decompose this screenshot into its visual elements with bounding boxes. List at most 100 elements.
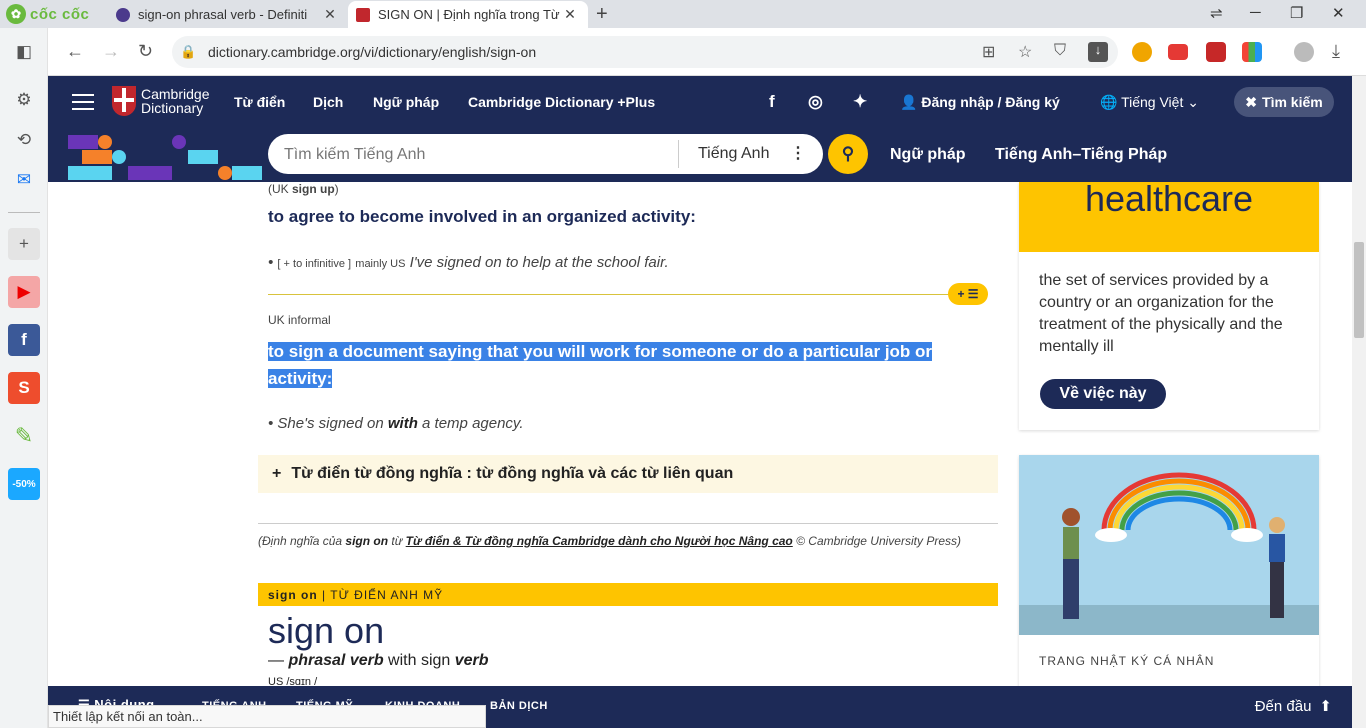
dictionary-selector[interactable]: Tiếng Anh [698,145,769,163]
language-text: Tiếng Việt [1121,94,1184,110]
status-bubble: Thiết lập kết nối an toàn... [48,705,486,728]
selected-text[interactable]: to sign a document saying that you will … [268,342,933,388]
search-input[interactable]: Tìm kiếm Tiếng Anh [284,146,425,164]
facebook-icon[interactable]: f [769,92,775,112]
search-toggle-button[interactable]: ✖ Tìm kiếm [1234,87,1334,117]
part-of-speech: — phrasal verb with sign verb [268,652,489,669]
tiki-icon[interactable]: -50% [8,468,40,500]
extension-new-icon[interactable] [1168,44,1188,60]
forward-button[interactable]: → [102,41,120,62]
pronunciation[interactable]: US /sɑɪn / [268,676,317,686]
search-button[interactable]: ⚲ [828,134,868,174]
tab-strip: ✿ cốc cốc sign-on phrasal verb - Definit… [0,0,1366,28]
tab-title: sign-on phrasal verb - Definiti [138,7,308,22]
login-text: Đăng nhập / Đăng ký [921,94,1060,110]
globe-icon: 🌐 [1100,94,1118,110]
maximize-button[interactable]: ❐ [1290,4,1303,22]
logo-text-1: Cambridge [141,86,210,102]
sidebar-toggle-icon[interactable]: ◧ [8,36,40,68]
close-window-button[interactable]: ✕ [1332,4,1345,22]
back-to-top-button[interactable]: Đến đầu ⬆ [1255,697,1332,716]
link-english-french[interactable]: Tiếng Anh–Tiếng Pháp [995,146,1167,164]
extension-red-icon[interactable] [1206,42,1226,62]
history-icon[interactable]: ⟲ [8,124,40,156]
grammar-label: [ + to infinitive ] [277,258,352,270]
downloads-icon[interactable]: ⤓ [1332,41,1340,62]
thesaurus-expander[interactable]: + Từ điển từ đồng nghĩa : từ đồng nghĩa v… [258,455,998,493]
shopee-icon[interactable]: S [8,372,40,404]
scrollbar-thumb[interactable] [1354,242,1364,338]
messenger-icon[interactable]: ✉ [8,164,40,196]
shield-icon[interactable]: ⛉ [1054,42,1066,60]
youtube-icon[interactable]: ▶ [8,276,40,308]
american-dictionary-bar: sign on | TỪ ĐIỂN ANH MỸ [258,583,998,606]
source-link[interactable]: Từ điển & Từ đồng nghĩa Cambridge dành c… [406,534,793,548]
about-button[interactable]: Về việc này [1040,379,1166,409]
more-vert-icon[interactable]: ⋮ [790,143,806,163]
language-selector[interactable]: 🌐 Tiếng Việt ⌄ [1100,94,1199,111]
plus-icon: + [272,465,282,482]
download-page-icon[interactable]: ↓ [1088,42,1108,62]
search-toggle-text: Tìm kiếm [1262,94,1323,110]
nav-plus[interactable]: Cambridge Dictionary +Plus [468,94,655,110]
decor-block [232,166,262,180]
blog-label: TRANG NHẬT KÝ CÁ NHÂN [1039,654,1215,668]
page-scrollbar[interactable] [1352,76,1366,728]
login-link[interactable]: 👤 Đăng nhập / Đăng ký [900,94,1060,111]
headword: sign on [268,610,385,651]
reload-button[interactable]: ↻ [138,41,153,62]
extension-colors-icon[interactable] [1242,42,1262,62]
tab-definition[interactable]: sign-on phrasal verb - Definiti ✕ [108,1,348,28]
coccoc-logo-icon: ✿ [6,4,26,24]
bookmark-star-icon[interactable]: ☆ [1018,42,1032,62]
nav-dictionary[interactable]: Từ điển [234,94,285,110]
site-header: Cambridge Dictionary Từ điển Dịch Ngữ ph… [48,76,1366,130]
tab-search-icon[interactable]: ⇌ [1210,4,1223,22]
link-grammar[interactable]: Ngữ pháp [890,146,966,164]
tab-close-icon[interactable]: ✕ [322,6,338,23]
coccoc-logo[interactable]: ✿ cốc cốc [6,4,89,24]
wotd-word[interactable]: healthcare [1019,182,1319,220]
example-1: • [ + to infinitive ] mainly US I've sig… [268,254,669,271]
tab-close-icon[interactable]: ✕ [562,6,578,23]
close-icon: ✖ [1245,93,1258,110]
facebook-icon[interactable]: f [8,324,40,356]
blog-card[interactable]: TRANG NHẬT KÝ CÁ NHÂN [1019,455,1319,686]
nav-translate[interactable]: Dịch [313,94,343,110]
add-app-icon[interactable]: + [8,228,40,260]
translate-icon[interactable]: ⊞ [982,42,995,62]
search-icon: ⚲ [841,144,855,163]
source-citation: (Định nghĩa của sign on từ Từ điển & Từ … [258,534,961,548]
search-box: Tìm kiếm Tiếng Anh Tiếng Anh ⋮ [268,134,823,174]
decor-block [68,166,112,180]
extension-chrome-icon[interactable] [1132,42,1152,62]
decor-block [68,135,98,149]
bottom-tab-translation[interactable]: BẢN DỊCH [490,700,548,712]
address-bar[interactable]: 🔒 dictionary.cambridge.org/vi/dictionary… [172,36,1118,68]
twitter-icon[interactable]: ✦ [853,92,867,112]
nav-grammar[interactable]: Ngữ pháp [373,94,439,110]
tab-active[interactable]: SIGN ON | Định nghĩa trong Từ ✕ [348,1,588,28]
add-to-wordlist-button[interactable]: + ☰ [948,283,988,305]
menu-icon[interactable] [72,94,94,112]
coccoc-app-icon[interactable]: ✎ [8,420,40,452]
brand-text: cốc cốc [30,5,90,23]
instagram-icon[interactable]: ◎ [808,92,823,112]
lock-icon[interactable]: 🔒 [180,44,196,60]
settings-icon[interactable]: ⚙ [8,84,40,116]
example-text: I've signed on to help at the school fai… [409,254,669,271]
search-band: Tìm kiếm Tiếng Anh Tiếng Anh ⋮ ⚲ Ngữ phá… [48,130,1366,182]
cambridge-logo[interactable]: Cambridge Dictionary [112,86,209,116]
new-tab-button[interactable]: + [596,3,608,26]
url-text[interactable]: dictionary.cambridge.org/vi/dictionary/e… [208,44,536,60]
usage-label: mainly US [355,258,406,270]
minimize-button[interactable]: ─ [1250,4,1261,21]
sense-divider [268,294,988,295]
decor-dot [98,135,112,149]
decor-block [188,150,218,164]
cambridge-shield-icon [112,86,136,116]
definition-1: to agree to become involved in an organi… [268,207,696,226]
profile-avatar-icon[interactable] [1294,42,1314,62]
decor-dot [112,150,126,164]
back-button[interactable]: ← [66,41,84,62]
